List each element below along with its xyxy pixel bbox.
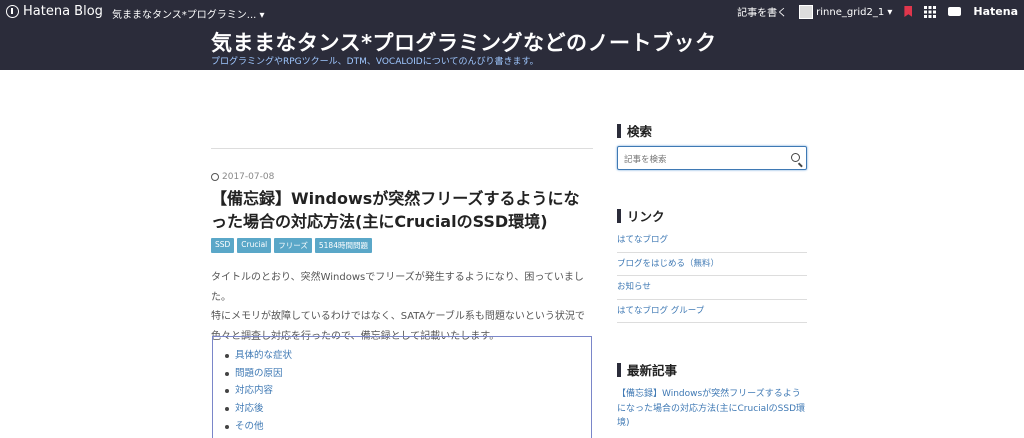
bullet-icon <box>225 389 229 394</box>
divider <box>211 148 593 149</box>
table-of-contents: 具体的な症状 問題の原因 対応内容 対応後 その他 <box>212 336 592 438</box>
toc-item[interactable]: その他 <box>225 418 591 436</box>
links-heading-text: リンク <box>627 209 665 224</box>
search-heading: 検索 <box>617 121 652 140</box>
search-input[interactable] <box>618 149 778 171</box>
blog-title[interactable]: 気ままなタンス*プログラミングなどのノートブック <box>211 27 717 57</box>
search-box <box>617 146 807 171</box>
toc-item[interactable]: 対応内容 <box>225 382 591 400</box>
brand-label: Hatena Blog <box>23 4 103 19</box>
user-menu[interactable]: rinne_grid2_1 ▾ <box>799 4 893 19</box>
heading-bar <box>617 123 621 138</box>
message-icon[interactable] <box>948 7 962 16</box>
link-news[interactable]: お知らせ <box>617 276 807 300</box>
write-post-link[interactable]: 記事を書く <box>737 4 787 19</box>
toc-item[interactable]: 具体的な症状 <box>225 347 591 365</box>
bookmark-icon[interactable] <box>904 6 913 17</box>
bullet-icon <box>225 406 229 411</box>
entry-body: タイトルのとおり、突然Windowsでフリーズが発生するようになり、困っていまし… <box>211 268 593 346</box>
body-line: 特にメモリが故障しているわけではなく、SATAケーブル系も問題ないという状況で <box>211 311 585 322</box>
search-icon[interactable] <box>791 153 800 162</box>
tag-5184-hours[interactable]: 5184時間問題 <box>314 238 372 253</box>
hatena-menu[interactable]: Hatena <box>973 5 1018 18</box>
toc-link[interactable]: 対応内容 <box>235 382 273 400</box>
toc-item[interactable]: 問題の原因 <box>225 365 591 383</box>
hatena-blog-logo[interactable]: Hatena Blog <box>6 4 103 19</box>
hatena-logo-icon <box>6 5 19 18</box>
toc-link[interactable]: 対応後 <box>235 400 264 418</box>
entry-date[interactable]: 2017-07-08 <box>211 172 274 182</box>
recent-post-link[interactable]: 【備忘録】Windowsが突然フリーズするようになった場合の対応方法(主にCru… <box>617 387 807 431</box>
tag-ssd[interactable]: SSD <box>211 238 235 253</box>
recent-heading-text: 最新記事 <box>627 363 678 378</box>
blog-description: プログラミングやRPGツクール、DTM、VOCALOIDについてのんびり書きます… <box>211 57 539 67</box>
tag-freeze[interactable]: フリーズ <box>274 238 312 253</box>
toc-link[interactable]: 具体的な症状 <box>235 347 292 365</box>
link-blog-group[interactable]: はてなブログ グループ <box>617 300 807 323</box>
bullet-icon <box>225 353 229 358</box>
heading-bar <box>617 362 621 377</box>
heading-bar <box>617 208 621 223</box>
body-line: タイトルのとおり、突然Windowsでフリーズが発生するようになり、困っていまし… <box>211 272 584 303</box>
hatena-global-bar: Hatena Blog 気ままなタンス*プログラミン... ▾ 記事を書く ri… <box>0 0 1024 24</box>
clock-icon <box>211 173 219 181</box>
blog-selector-dropdown[interactable]: 気ままなタンス*プログラミン... ▾ <box>112 6 265 21</box>
username-label: rinne_grid2_1 ▾ <box>816 6 893 18</box>
entry-tags: SSD Crucial フリーズ 5184時間問題 <box>211 238 372 253</box>
bullet-icon <box>225 424 229 429</box>
entry-title[interactable]: 【備忘録】Windowsが突然フリーズするようになった場合の対応方法(主にCru… <box>211 187 593 233</box>
topbar-right-menu: 記事を書く rinne_grid2_1 ▾ Hatena <box>737 4 1018 19</box>
toc-item[interactable]: 対応後 <box>225 400 591 418</box>
links-heading: リンク <box>617 206 665 225</box>
entry-date-text: 2017-07-08 <box>222 172 275 182</box>
tag-crucial[interactable]: Crucial <box>237 238 272 253</box>
toc-link[interactable]: 問題の原因 <box>235 365 283 383</box>
search-heading-text: 検索 <box>627 124 653 139</box>
blog-header: 気ままなタンス*プログラミングなどのノートブック プログラミングやRPGツクール… <box>0 24 1024 70</box>
links-list: はてなブログ ブログをはじめる（無料） お知らせ はてなブログ グループ <box>617 229 807 323</box>
toc-link[interactable]: その他 <box>235 418 264 436</box>
recent-heading: 最新記事 <box>617 360 677 379</box>
apps-grid-icon[interactable] <box>924 5 937 18</box>
bullet-icon <box>225 371 229 376</box>
link-hatena-blog[interactable]: はてなブログ <box>617 229 807 253</box>
link-start-blog[interactable]: ブログをはじめる（無料） <box>617 253 807 276</box>
avatar <box>799 4 814 19</box>
